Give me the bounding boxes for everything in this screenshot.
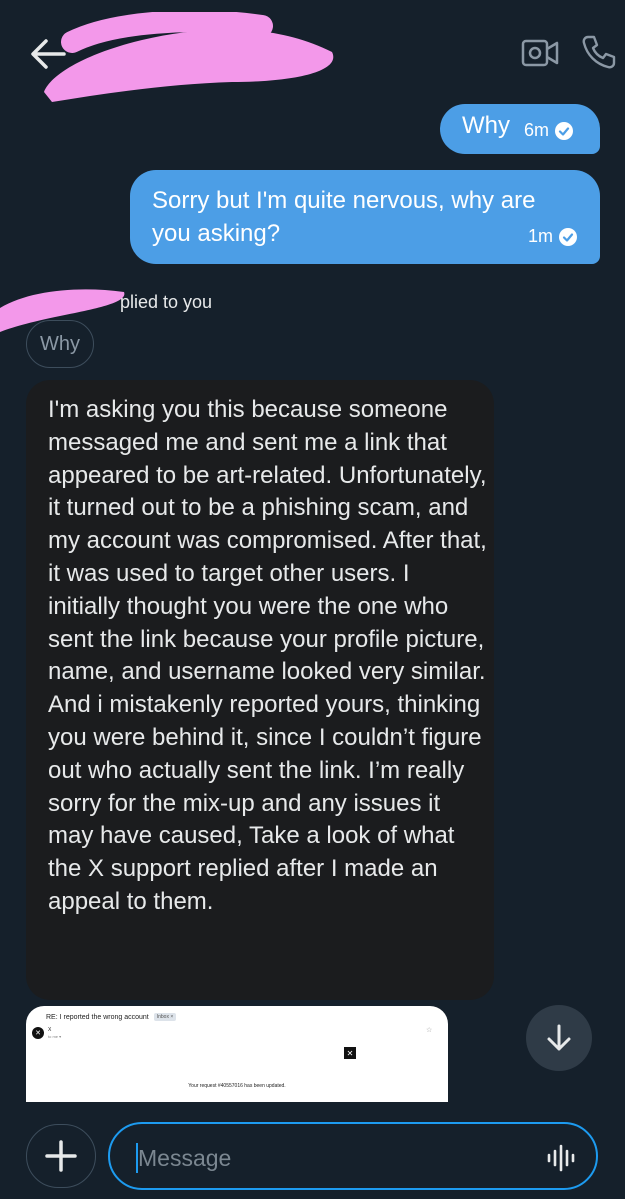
- message-text: Why: [462, 112, 510, 139]
- email-sender: X: [48, 1027, 52, 1033]
- email-recipient-line: to me ▾: [48, 1034, 62, 1039]
- message-time: 6m: [524, 120, 550, 140]
- read-check-icon: [555, 121, 574, 140]
- message-text: I'm asking you this because someone mess…: [48, 396, 487, 915]
- voice-message-icon[interactable]: [546, 1144, 576, 1172]
- star-icon: ☆: [426, 1027, 433, 1034]
- incoming-message-bubble[interactable]: I'm asking you this because someone mess…: [26, 380, 494, 1000]
- message-input[interactable]: [138, 1136, 518, 1180]
- scroll-down-button[interactable]: [526, 1005, 592, 1071]
- read-check-icon: [559, 227, 578, 246]
- x-avatar-icon: ✕: [32, 1027, 44, 1039]
- quoted-message-pill[interactable]: Why: [26, 320, 94, 368]
- message-input-container[interactable]: [108, 1122, 598, 1190]
- quoted-message-text: Why: [40, 332, 80, 355]
- arrow-down-icon: [547, 1024, 571, 1051]
- plus-icon: [45, 1140, 77, 1172]
- message-meta: 6m: [524, 120, 574, 141]
- message-time: 1m: [528, 226, 554, 246]
- inbox-badge: Inbox ×: [153, 1013, 177, 1021]
- message-text: Sorry but I'm quite nervous, why are you…: [152, 187, 536, 247]
- add-attachment-button[interactable]: [26, 1124, 96, 1188]
- x-logo-icon: ✕: [344, 1047, 356, 1059]
- phone-call-icon[interactable]: [580, 34, 616, 70]
- replied-to-you-label: plied to you: [120, 292, 213, 312]
- outgoing-message-bubble[interactable]: Sorry but I'm quite nervous, why are you…: [130, 170, 600, 264]
- redacted-name-scribble: [44, 12, 334, 102]
- image-attachment[interactable]: RE: I reported the wrong account Inbox ×…: [26, 1006, 448, 1102]
- email-subject: RE: I reported the wrong account Inbox ×: [46, 1013, 177, 1021]
- video-call-icon[interactable]: [520, 36, 560, 70]
- message-meta: 1m: [528, 226, 578, 247]
- email-body: Your request #40557016 has been updated.: [188, 1083, 286, 1089]
- outgoing-message-bubble[interactable]: Why 6m: [440, 104, 600, 154]
